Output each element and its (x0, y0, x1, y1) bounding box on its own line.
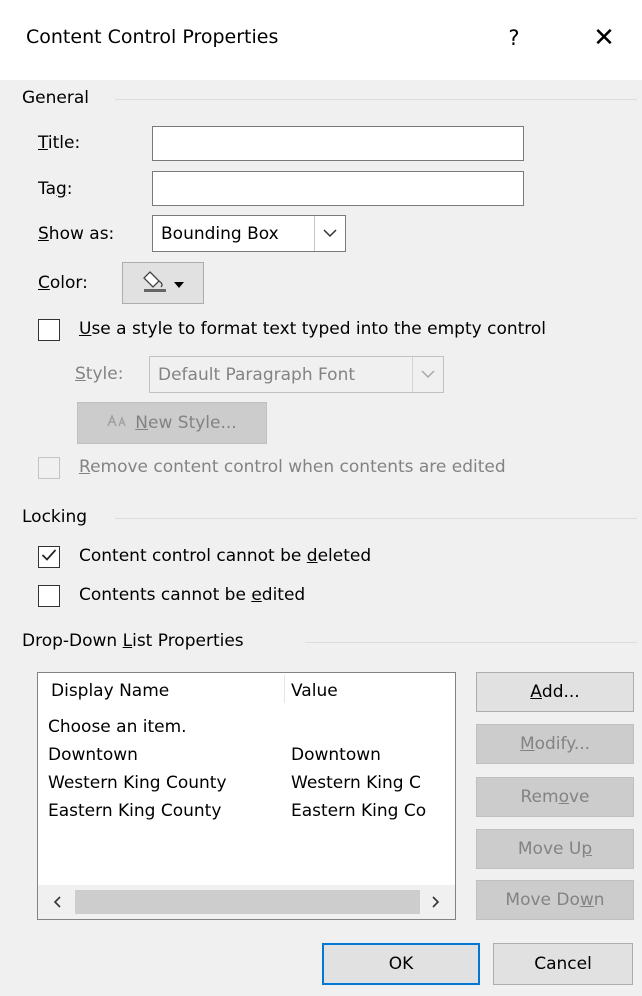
color-label: Color: (38, 273, 88, 293)
use-style-label: Use a style to format text typed into th… (79, 319, 547, 339)
move-up-button[interactable]: Move Up (476, 829, 634, 869)
question-icon: ? (508, 26, 520, 50)
close-icon: ✕ (593, 23, 615, 53)
color-picker-button[interactable] (122, 262, 204, 304)
style-dropdown[interactable]: Default Paragraph Font (149, 356, 444, 393)
use-style-checkbox[interactable] (38, 319, 60, 341)
list-item[interactable]: Choose an item. (38, 717, 455, 745)
dropdown-properties-heading: Drop-Down List Properties (22, 631, 244, 651)
cannot-edit-label: Contents cannot be edited (79, 585, 306, 605)
style-icon (107, 413, 129, 434)
list-item-value: Eastern King Co (291, 801, 427, 821)
new-style-label: New Style... (135, 413, 237, 433)
list-item-value: Downtown (291, 745, 381, 765)
chevron-down-icon (314, 216, 345, 251)
title-input[interactable] (152, 126, 524, 161)
list-item-display: Choose an item. (48, 717, 187, 737)
caret-down-icon (174, 273, 184, 293)
remove-button[interactable]: Rem o ve (476, 777, 634, 817)
help-button[interactable]: ? (499, 18, 529, 58)
new-style-button[interactable]: New Style... (77, 402, 267, 444)
list-item[interactable]: Western King County Western King C (38, 773, 455, 801)
modify-button[interactable]: Modify... (476, 724, 634, 764)
style-label: Style: (75, 364, 124, 384)
show-as-value: Bounding Box (161, 223, 279, 244)
cancel-button[interactable]: Cancel (493, 943, 633, 985)
list-item-display: Western King County (48, 773, 227, 793)
cannot-delete-label: Content control cannot be deleted (79, 546, 372, 566)
list-item-value: Western King C (291, 773, 421, 793)
scroll-right-icon[interactable] (419, 885, 453, 919)
dropdown-divider (305, 642, 637, 643)
column-header-value[interactable]: Value (291, 681, 338, 701)
column-separator[interactable] (284, 675, 285, 703)
cannot-delete-checkbox[interactable] (38, 546, 60, 568)
ok-button[interactable]: OK (322, 943, 480, 985)
locking-heading: Locking (22, 507, 88, 527)
scrollbar-thumb[interactable] (75, 890, 420, 914)
scroll-left-icon[interactable] (40, 885, 74, 919)
locking-divider (115, 518, 637, 519)
show-as-dropdown[interactable]: Bounding Box (152, 215, 346, 252)
checkmark-icon (41, 547, 57, 567)
style-value: Default Paragraph Font (158, 364, 356, 385)
general-heading: General (22, 88, 89, 108)
tag-input[interactable] (152, 171, 524, 206)
dropdown-items-list[interactable]: Display Name Value Choose an item. Downt… (37, 672, 456, 920)
column-header-display-name[interactable]: Display Name (51, 681, 169, 701)
list-header: Display Name Value (38, 673, 455, 707)
cannot-edit-checkbox[interactable] (38, 585, 60, 607)
tag-label: Tag: (38, 179, 73, 199)
move-down-button[interactable]: Move Do w n (476, 880, 634, 920)
list-item[interactable]: Downtown Downtown (38, 745, 455, 773)
add-button[interactable]: Add... (476, 672, 634, 712)
close-button[interactable]: ✕ (586, 18, 622, 58)
chevron-down-icon (412, 357, 443, 392)
list-item-display: Downtown (48, 745, 138, 765)
remove-content-control-checkbox[interactable] (38, 457, 60, 479)
show-as-label: Show as: (38, 224, 115, 244)
title-label: Title: (38, 133, 81, 153)
horizontal-scrollbar[interactable] (38, 885, 455, 919)
list-item[interactable]: Eastern King County Eastern King Co (38, 801, 455, 829)
list-item-display: Eastern King County (48, 801, 222, 821)
general-divider (115, 99, 637, 100)
remove-content-control-label: Remove content control when contents are… (79, 457, 506, 477)
dialog-title: Content Control Properties (26, 26, 279, 48)
paint-bucket-icon (142, 269, 168, 298)
